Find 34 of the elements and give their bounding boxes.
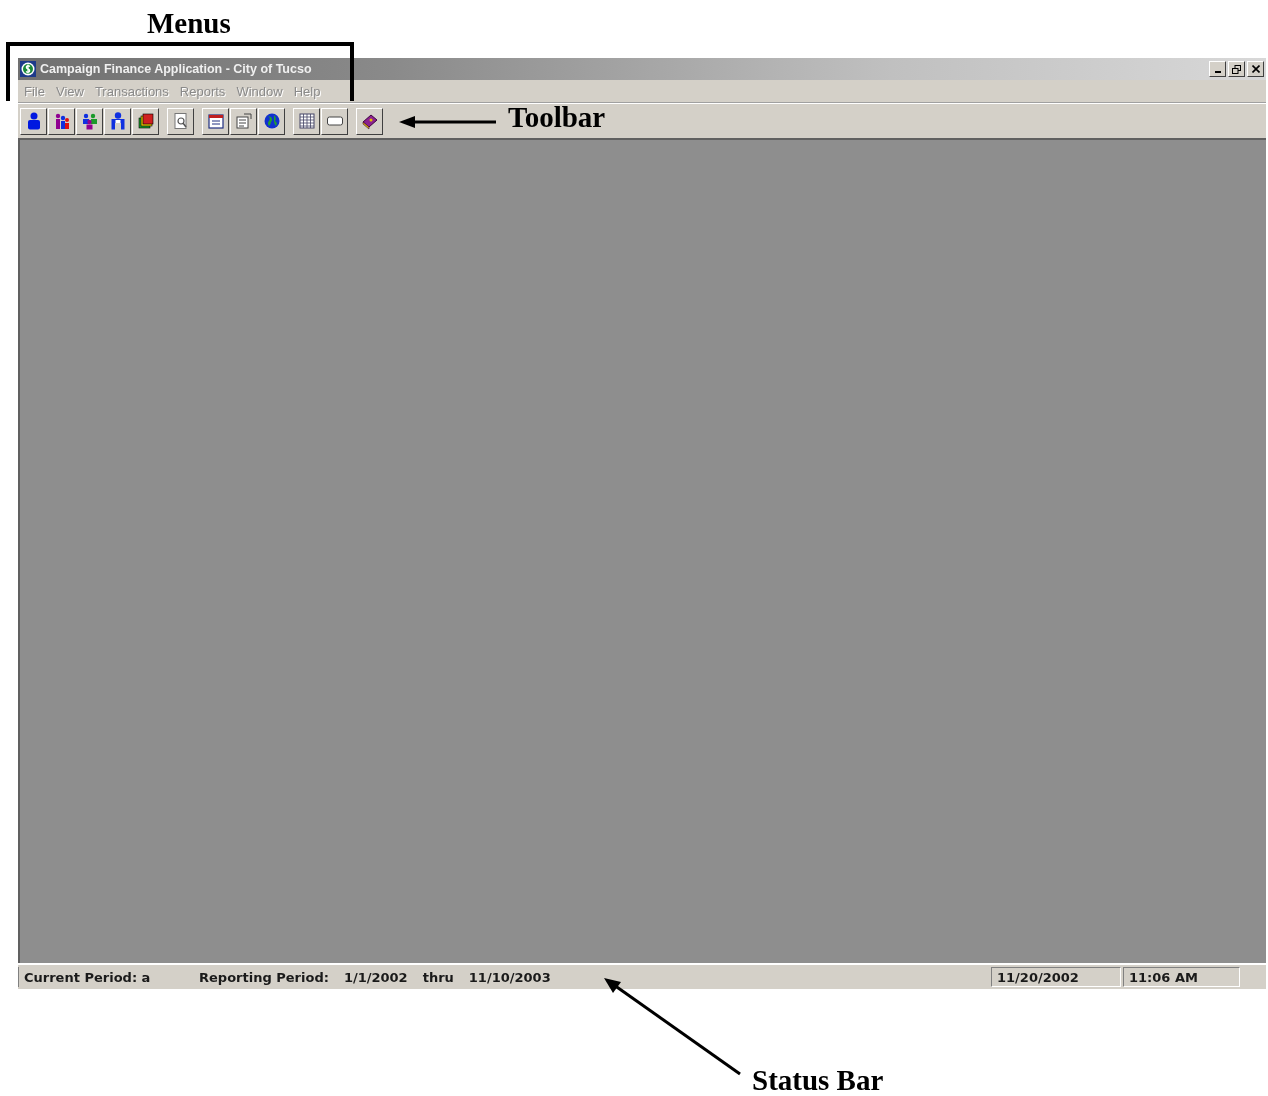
current-period-text: Current Period: a [24, 969, 152, 985]
status-bar-label: Status Bar [752, 1066, 884, 1095]
toolbar-button[interactable] [76, 107, 103, 135]
reporting-period-label: Reporting Period: [199, 969, 329, 985]
toolbar-button[interactable] [20, 107, 47, 135]
restore-icon [1232, 64, 1241, 74]
form-icon [234, 112, 253, 130]
toolbar-button[interactable] [356, 107, 383, 135]
status-date: 11/20/2002 [991, 967, 1121, 987]
toolbar-label: Toolbar [508, 103, 606, 132]
toolbar-button[interactable] [321, 107, 348, 135]
menus-label: Menus [147, 9, 231, 38]
globe-icon [262, 112, 281, 130]
period-end-date: 11/10/2003 [468, 969, 551, 985]
toolbar-button[interactable] [132, 107, 159, 135]
close-icon [1251, 65, 1260, 73]
magnifier-page-icon [171, 112, 190, 130]
group-icon [80, 112, 99, 130]
toolbar-button[interactable] [230, 107, 257, 135]
book-icon [360, 112, 379, 130]
thru-text: thru [422, 969, 454, 985]
dollar-icon [20, 61, 36, 77]
toolbar-button[interactable] [167, 107, 194, 135]
window-title: Campaign Finance Application - City of Tucso [40, 62, 313, 76]
status-time: 11:06 AM [1123, 967, 1240, 987]
toolbar-button[interactable] [48, 107, 75, 135]
toolbar-button[interactable] [104, 107, 131, 135]
toolbar-button[interactable] [293, 107, 320, 135]
toolbar-button[interactable] [258, 107, 285, 135]
calendar-icon [206, 112, 225, 130]
folders-icon [136, 112, 155, 130]
period-start-date: 1/1/2002 [343, 969, 408, 985]
grid-icon [297, 112, 316, 130]
toolbar-button[interactable] [202, 107, 229, 135]
